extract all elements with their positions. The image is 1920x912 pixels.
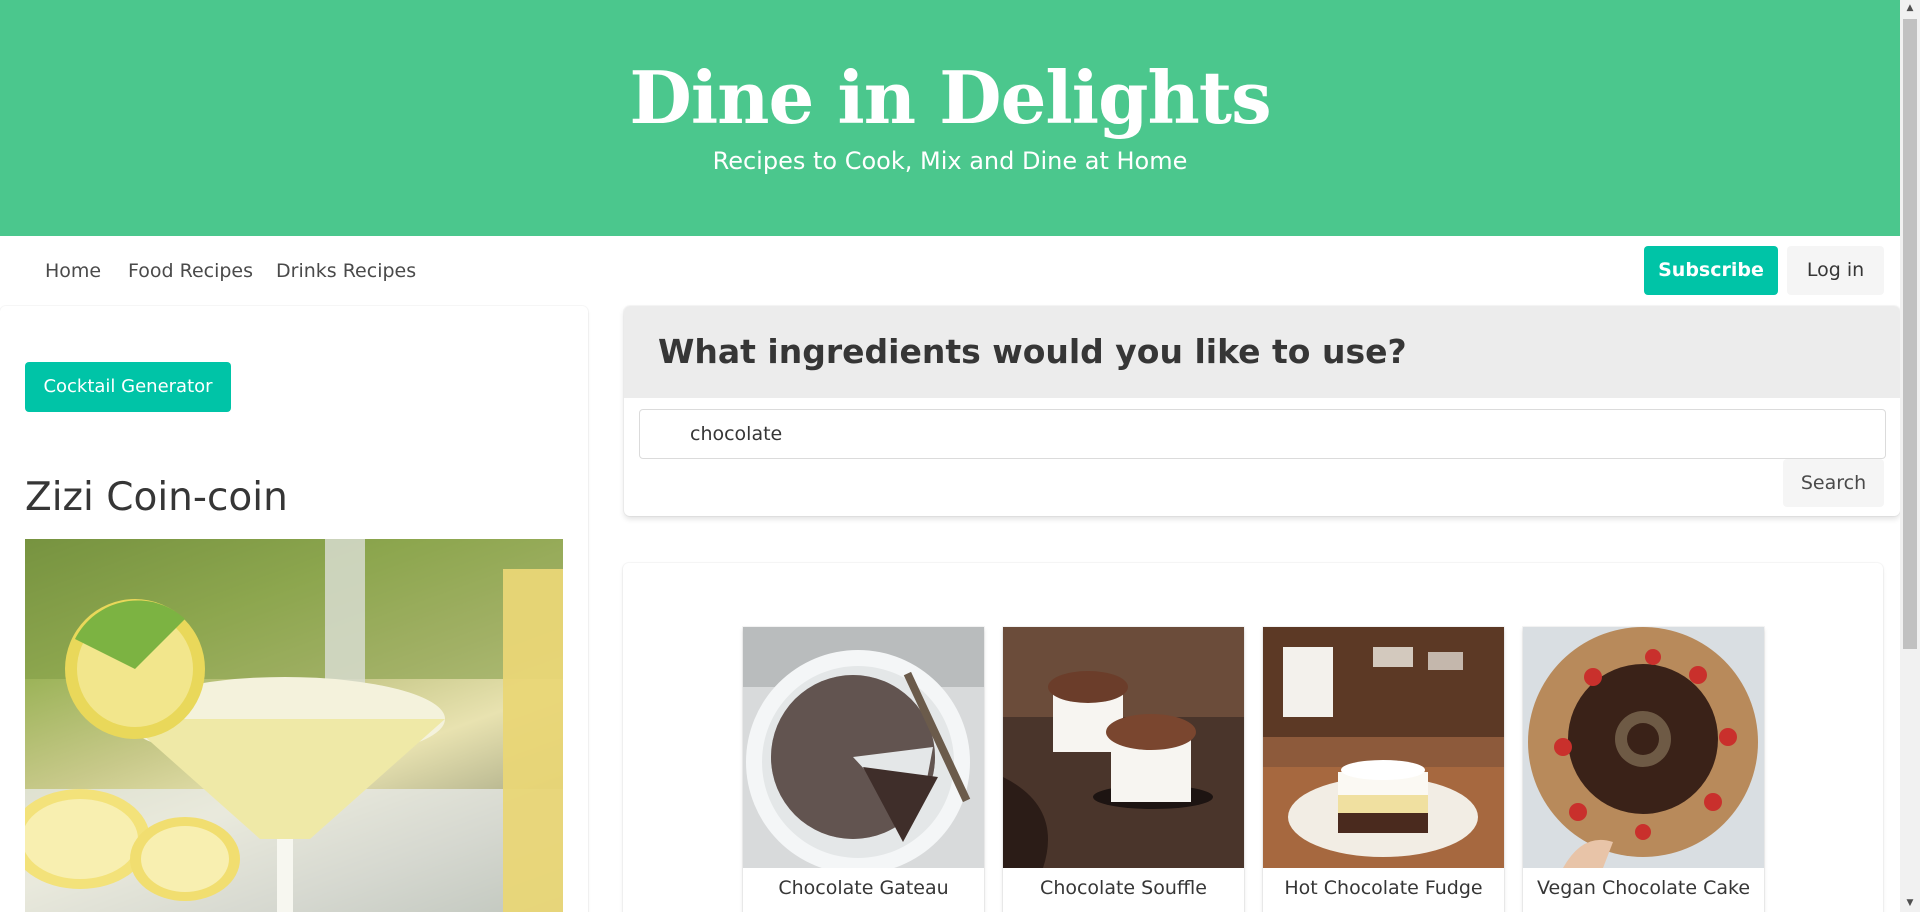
nav-item-drinks-recipes[interactable]: Drinks Recipes (276, 236, 416, 306)
vegan-chocolate-cake-illustration (1523, 627, 1764, 868)
hero-banner: Dine in Delights Recipes to Cook, Mix an… (0, 0, 1900, 236)
search-button[interactable]: Search (1783, 459, 1884, 507)
site-subtitle: Recipes to Cook, Mix and Dine at Home (712, 147, 1188, 175)
chocolate-souffle-illustration (1003, 627, 1244, 868)
cocktail-image (25, 539, 563, 912)
nav-item-home[interactable]: Home (45, 236, 101, 306)
scroll-up-arrow-icon[interactable]: ▲ (1900, 0, 1920, 17)
recipe-card-hot-chocolate-fudge[interactable]: Hot Chocolate Fudge (1263, 627, 1504, 912)
recipe-image (743, 627, 984, 868)
scrollbar-thumb[interactable] (1903, 19, 1917, 649)
recipe-card-vegan-chocolate-cake[interactable]: Vegan Chocolate Cake (1523, 627, 1764, 912)
recipe-image (1003, 627, 1244, 868)
subscribe-button[interactable]: Subscribe (1644, 246, 1778, 295)
cocktail-name: Zizi Coin-coin (25, 475, 288, 520)
cocktail-generator-button[interactable]: Cocktail Generator (25, 362, 231, 412)
recipe-name: Chocolate Gateau (778, 877, 949, 899)
recipe-card-chocolate-gateau[interactable]: Chocolate Gateau (743, 627, 984, 912)
ingredient-search-input[interactable] (639, 409, 1886, 459)
search-card-header: What ingredients would you like to use? (624, 306, 1900, 398)
cocktail-illustration (25, 539, 563, 912)
search-question: What ingredients would you like to use? (658, 332, 1407, 371)
recipe-name: Vegan Chocolate Cake (1536, 877, 1751, 899)
recipe-card-chocolate-souffle[interactable]: Chocolate Souffle (1003, 627, 1244, 912)
recipe-name: Chocolate Souffle (1040, 877, 1207, 899)
chocolate-gateau-illustration (743, 627, 984, 868)
page: Dine in Delights Recipes to Cook, Mix an… (0, 0, 1900, 912)
nav-item-food-recipes[interactable]: Food Recipes (128, 236, 253, 306)
ingredient-search-card: What ingredients would you like to use? … (624, 306, 1900, 516)
recipe-image (1523, 627, 1764, 868)
recipe-image (1263, 627, 1504, 868)
recipe-name: Hot Chocolate Fudge (1284, 877, 1483, 899)
recipe-results: Chocolate Gateau Chocolate Souffle Hot C… (623, 563, 1883, 912)
navbar: Home Food Recipes Drinks Recipes (0, 236, 1900, 306)
login-button[interactable]: Log in (1787, 246, 1884, 295)
sidebar-cocktail: Cocktail Generator Zizi Coin-coin (0, 306, 588, 912)
scroll-down-arrow-icon[interactable]: ▼ (1900, 895, 1920, 912)
vertical-scrollbar[interactable]: ▲ ▼ (1900, 0, 1920, 912)
site-title: Dine in Delights (629, 55, 1271, 140)
hot-chocolate-fudge-illustration (1263, 627, 1504, 868)
